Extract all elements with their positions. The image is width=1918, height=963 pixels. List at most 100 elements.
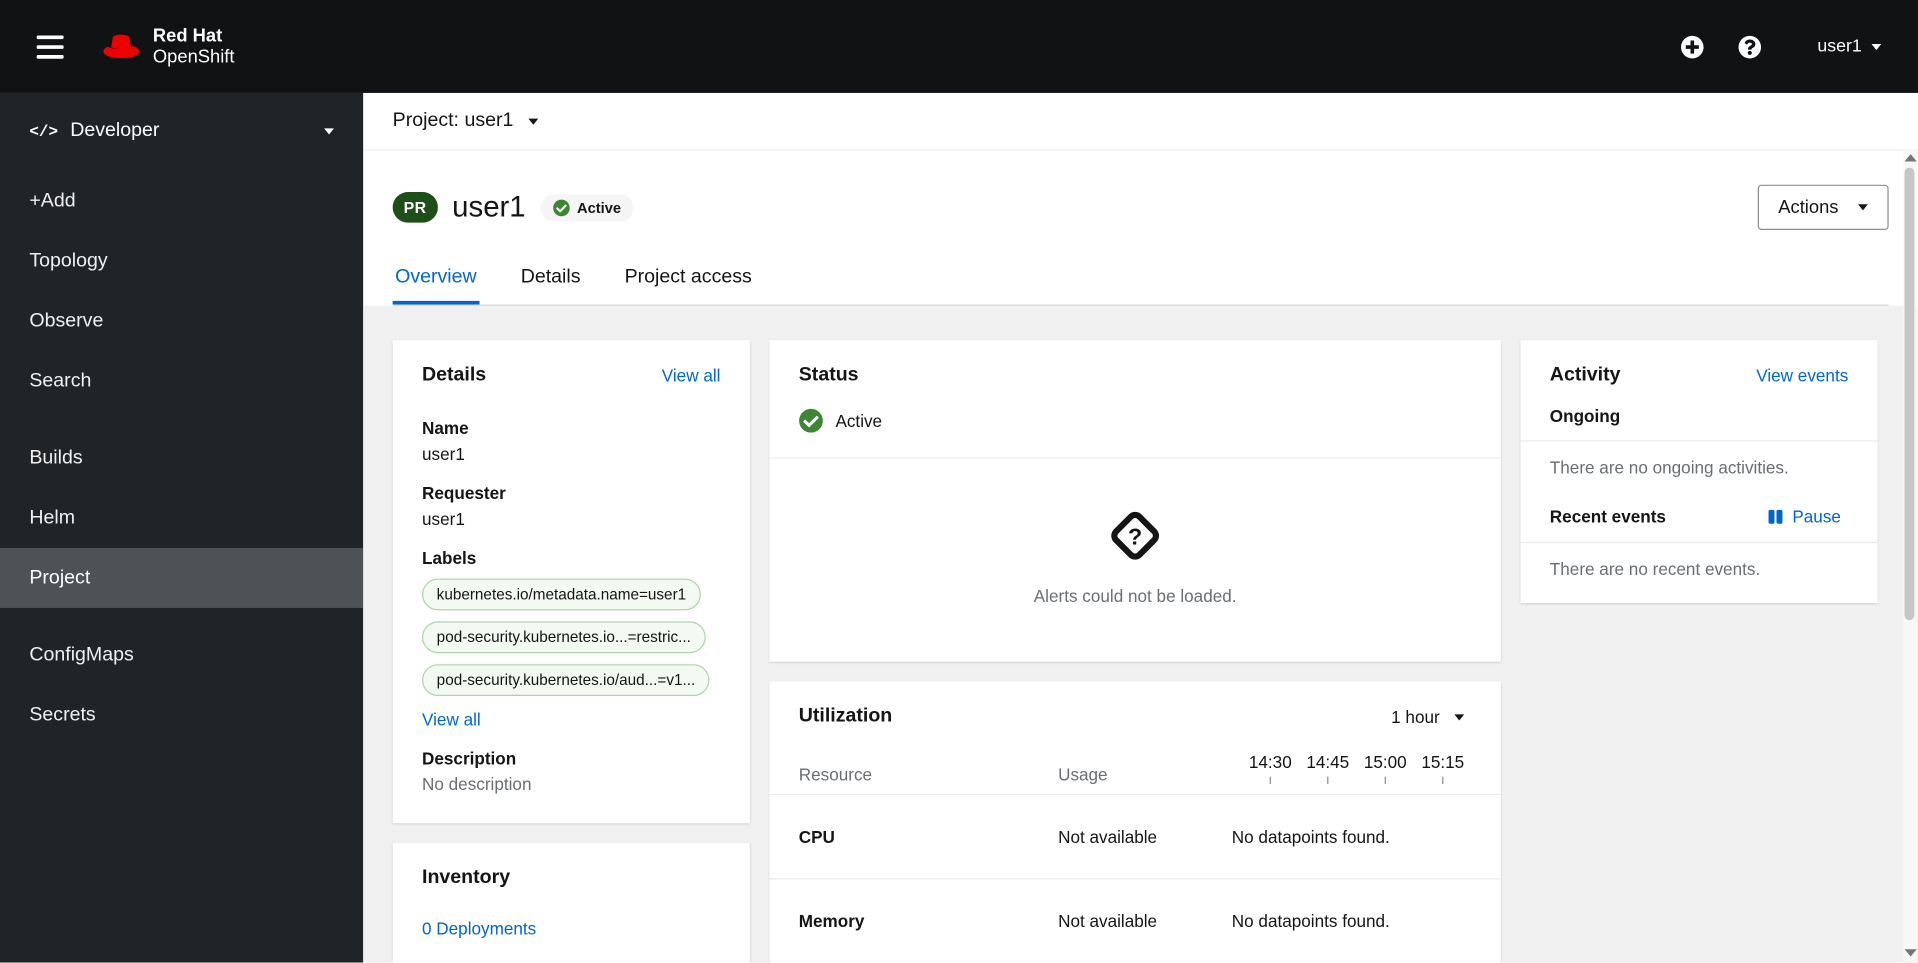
sidebar-item-helm[interactable]: Helm [0,488,363,548]
question-circle-icon [1738,35,1761,58]
column-usage: Usage [1058,764,1108,785]
status-card-title: Status [798,364,859,386]
inventory-deployments-link[interactable]: 0 Deployments [422,919,720,939]
inventory-card-header: Inventory [393,843,750,899]
developer-icon: </> [29,121,58,141]
activity-card-title: Activity [1549,364,1621,386]
user-menu-label: user1 [1817,36,1862,57]
project-context-bar: Project: user1 [363,93,1918,151]
view-events-link[interactable]: View events [1756,366,1848,386]
title-row: PR user1 Active Actions [392,184,1889,230]
chevron-down-icon [528,118,538,125]
resource-name: CPU [798,826,835,847]
sidebar-item-observe[interactable]: Observe [0,291,363,351]
status-badge-label: Active [577,198,622,216]
details-view-all-link[interactable]: View all [662,366,721,386]
label-chip[interactable]: pod-security.kubernetes.io...=restric... [422,621,706,654]
actions-label: Actions [1778,196,1839,218]
sidebar-item-configmaps[interactable]: ConfigMaps [0,625,363,685]
pause-icon [1768,509,1783,524]
perspective-switcher[interactable]: </> Developer [0,93,363,159]
svg-text:?: ? [1128,523,1142,549]
check-circle-icon [552,199,570,216]
tab-overview[interactable]: Overview [393,267,479,305]
column-resource: Resource [798,764,873,785]
field-label-labels: Labels [422,547,477,568]
utilization-card-header: Utilization 1 hour [769,681,1500,737]
brand-line1: Red Hat [152,25,223,47]
nav-toggle[interactable] [29,28,71,66]
tab-details[interactable]: Details [518,267,583,305]
sidebar-item-builds[interactable]: Builds [0,428,363,488]
recent-events-row: Recent events Pause [1520,493,1877,542]
details-card-header: Details View all [393,340,750,396]
sidebar-item-topology[interactable]: Topology [0,231,363,291]
status-card-header: Status [769,340,1500,396]
scrollbar-thumb[interactable] [1904,167,1915,621]
app-window: Red Hat OpenShift user1 </> Developer +A… [0,0,1918,963]
ongoing-section-title: Ongoing [1549,406,1621,426]
actions-dropdown[interactable]: Actions [1757,184,1889,230]
duration-dropdown[interactable]: 1 hour [1384,706,1472,728]
tab-project-access[interactable]: Project access [622,267,754,305]
right-column: Activity View events Ongoing There are n… [1520,340,1878,604]
details-card: Details View all Name user1 Requester us… [392,340,750,824]
time-tick: 14:30 [1242,752,1299,784]
utilization-card-title: Utilization [798,705,893,727]
field-label-requester: Requester [422,483,506,503]
project-badge: PR [392,192,438,223]
tabs: Overview Details Project access [392,267,1889,306]
scroll-up-arrow[interactable] [1903,154,1917,162]
inventory-card-body: 0 Deployments [393,899,750,963]
sidebar-item-add[interactable]: +Add [0,171,363,231]
resource-name: Memory [798,911,865,931]
pause-button[interactable]: Pause [1761,505,1849,527]
page-header: PR user1 Active Actions Overview Details… [363,150,1918,306]
brand-text: Red Hat OpenShift [153,26,235,68]
recent-empty-message: There are no recent events. [1520,541,1878,603]
scrollbar[interactable] [1903,149,1917,962]
time-tick: 14:45 [1299,752,1356,784]
quick-create-button[interactable] [1663,35,1720,58]
recent-events-title: Recent events [1549,506,1666,526]
chevron-down-icon [1858,204,1868,211]
user-menu[interactable]: user1 [1810,36,1889,57]
page-title: user1 [452,190,526,224]
label-chip[interactable]: pod-security.kubernetes.io/aud...=v1... [422,664,710,697]
sidebar-item-search[interactable]: Search [0,351,363,411]
sidebar-item-project[interactable]: Project [0,547,364,608]
utilization-table-header: Resource Usage 14:30 14:45 15:00 15:15 [769,738,1501,796]
details-card-title: Details [422,364,487,386]
alerts-empty-message: Alerts could not be loaded. [1033,585,1237,606]
activity-card-header: Activity View events [1520,340,1877,396]
labels-view-all-link[interactable]: View all [422,709,481,729]
scroll-down-arrow[interactable] [1903,949,1917,957]
ongoing-empty-message: There are no ongoing activities. [1520,440,1878,493]
sidebar: </> Developer +Add Topology Observe Sear… [0,92,364,963]
resource-datapoints: No datapoints found. [1231,826,1390,847]
field-label-description: Description [422,748,517,769]
label-chip[interactable]: kubernetes.io/metadata.name=user1 [422,578,701,611]
chevron-down-icon [1871,43,1882,50]
resource-usage: Not available [1058,911,1158,931]
project-selector[interactable]: Project: user1 [393,110,538,132]
inventory-card-title: Inventory [422,867,511,889]
resource-datapoints: No datapoints found. [1231,911,1390,931]
perspective-label: Developer [70,119,160,141]
field-value-description: No description [422,774,532,794]
time-axis: 14:30 14:45 15:00 15:15 [1232,752,1472,784]
time-tick: 15:15 [1414,752,1471,784]
plus-circle-icon [1680,35,1704,58]
help-button[interactable] [1721,35,1778,58]
sidebar-nav: +Add Topology Observe Search Builds Helm… [0,171,364,745]
field-value-requester: user1 [422,508,465,529]
label-chips: kubernetes.io/metadata.name=user1 pod-se… [422,578,720,697]
chevron-down-icon [1454,713,1465,720]
alerts-empty-state: ? Alerts could not be loaded. [769,459,1500,662]
project-status-row: Active [769,396,1500,457]
resource-usage: Not available [1058,826,1158,847]
sidebar-item-secrets[interactable]: Secrets [0,685,363,745]
field-value-name: user1 [422,444,465,464]
masthead: Red Hat OpenShift user1 [0,0,1918,93]
details-card-body: Name user1 Requester user1 Labels kubern… [393,396,750,823]
